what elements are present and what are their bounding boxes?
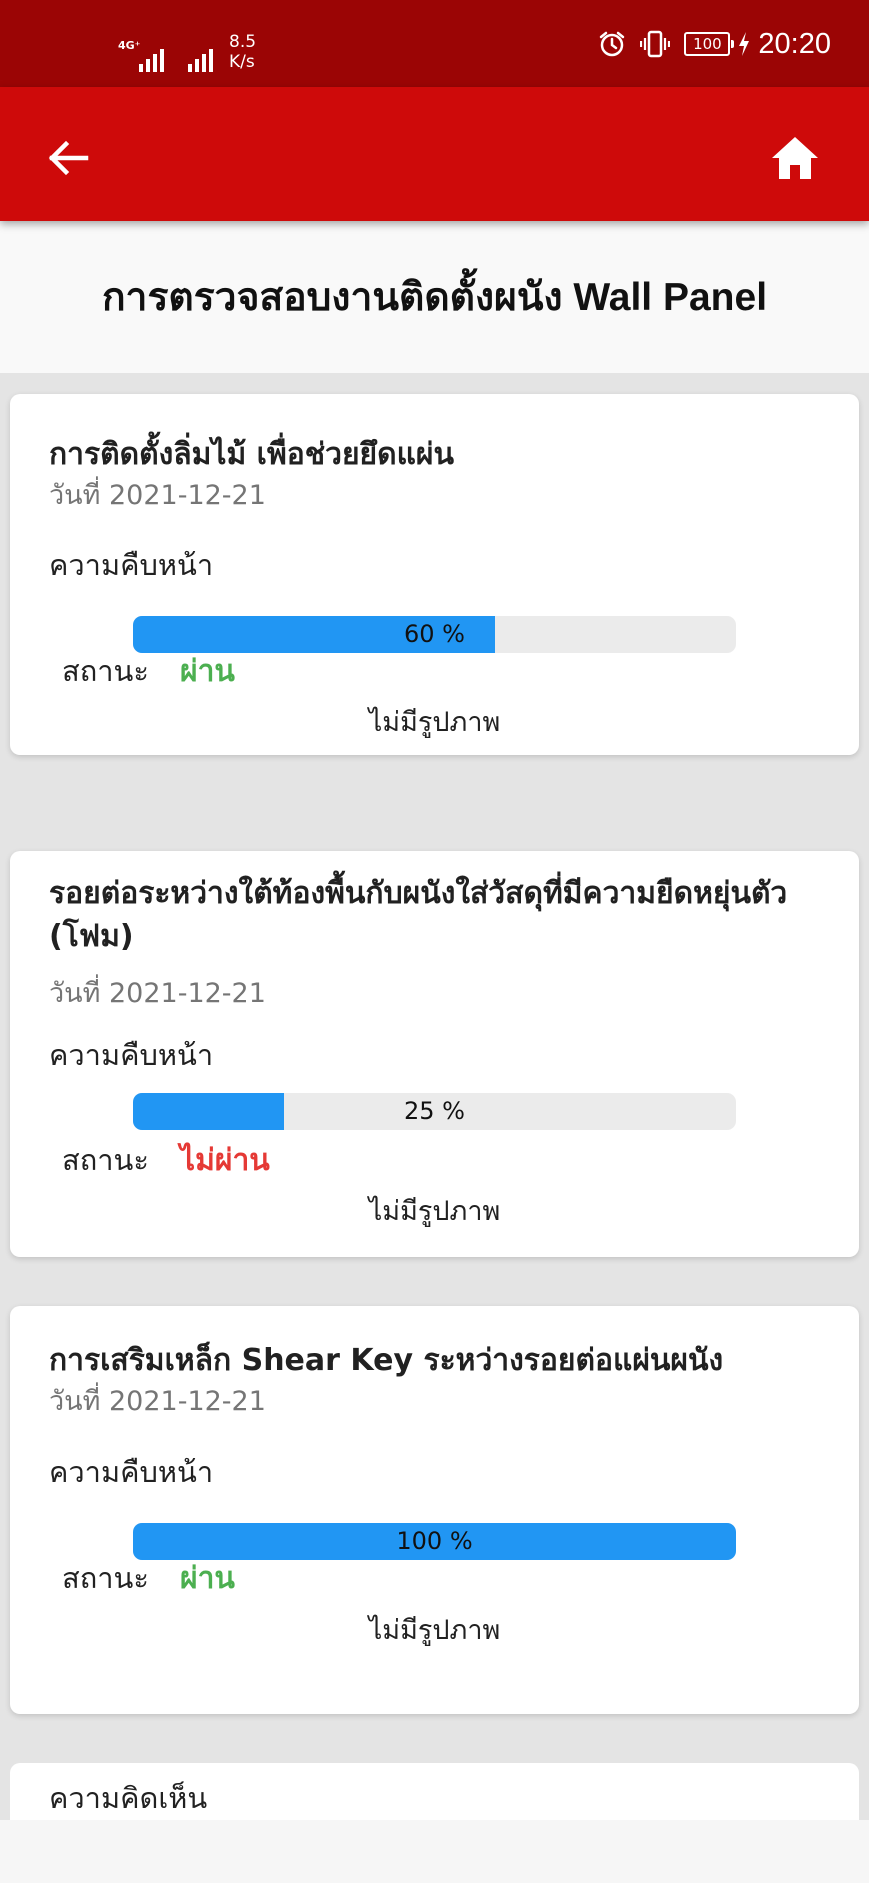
bottom-strip [0, 1820, 869, 1883]
mobile-signal-2-icon [188, 38, 213, 72]
status-bar-right: 100 20:20 [598, 24, 831, 64]
inspection-card: การติดตั้งลิ่มไม้ เพื่อช่วยยึดแผ่น วันที… [10, 394, 859, 755]
status-label: สถานะ [62, 654, 149, 688]
page-title: การตรวจสอบงานติดตั้งผนัง Wall Panel [101, 276, 768, 319]
progress-value: 25 % [404, 1097, 465, 1125]
status-bar-left: 4G⁺ 8.5 K/s [116, 32, 256, 72]
home-icon [772, 137, 818, 179]
page-header: การตรวจสอบงานติดตั้งผนัง Wall Panel [0, 221, 869, 373]
network-speed-value: 8.5 [229, 32, 257, 52]
inspection-date: วันที่ 2021-12-21 [49, 978, 266, 1009]
status-value: ไม่ผ่าน [180, 1143, 270, 1178]
inspection-date: วันที่ 2021-12-21 [49, 1386, 266, 1417]
app-bar [0, 87, 869, 221]
no-image-text: ไม่มีรูปภาพ [368, 707, 501, 738]
inspection-title: การเสริมเหล็ก Shear Key ระหว่างรอยต่อแผ่… [49, 1343, 724, 1378]
battery-level: 100 [693, 35, 722, 53]
battery-icon: 100 [684, 32, 735, 56]
inspection-title: รอยต่อระหว่างใต้ท้องพื้นกับผนังใส่วัสดุท… [49, 876, 788, 954]
charging-icon [739, 32, 750, 56]
arrow-left-icon [48, 140, 89, 176]
inspection-list[interactable]: การติดตั้งลิ่มไม้ เพื่อช่วยยึดแผ่น วันที… [0, 373, 869, 1820]
inspection-date: วันที่ 2021-12-21 [49, 480, 266, 511]
network-type: 4G⁺ [118, 39, 141, 52]
network-speed: 8.5 K/s [229, 32, 256, 72]
progress-label: ความคืบหน้า [49, 1038, 214, 1072]
no-image-text: ไม่มีรูปภาพ [368, 1615, 501, 1646]
inspection-title: การติดตั้งลิ่มไม้ เพื่อช่วยยึดแผ่น [49, 437, 454, 472]
home-button[interactable] [761, 124, 829, 192]
status-value: ผ่าน [180, 654, 235, 689]
comment-label: ความคิดเห็น [49, 1781, 208, 1815]
mobile-signal-icon: 4G⁺ [116, 38, 164, 72]
comment-card[interactable]: ความคิดเห็น [10, 1763, 859, 1820]
clock: 20:20 [758, 27, 831, 60]
progress-label: ความคืบหน้า [49, 1455, 214, 1489]
progress-bar: 25 % [133, 1093, 736, 1130]
alarm-icon [600, 31, 625, 57]
no-image-text: ไม่มีรูปภาพ [368, 1196, 501, 1227]
inspection-card: รอยต่อระหว่างใต้ท้องพื้นกับผนังใส่วัสดุท… [10, 851, 859, 1257]
network-speed-unit: K/s [229, 52, 255, 72]
back-button[interactable] [36, 126, 100, 190]
progress-label: ความคืบหน้า [49, 548, 214, 582]
vibrate-icon [640, 30, 671, 58]
inspection-card: การเสริมเหล็ก Shear Key ระหว่างรอยต่อแผ่… [10, 1306, 859, 1714]
status-bar: 4G⁺ 8.5 K/s 100 20:20 [0, 0, 869, 87]
status-label: สถานะ [62, 1561, 149, 1595]
status-value: ผ่าน [180, 1561, 235, 1596]
status-label: สถานะ [62, 1143, 149, 1177]
